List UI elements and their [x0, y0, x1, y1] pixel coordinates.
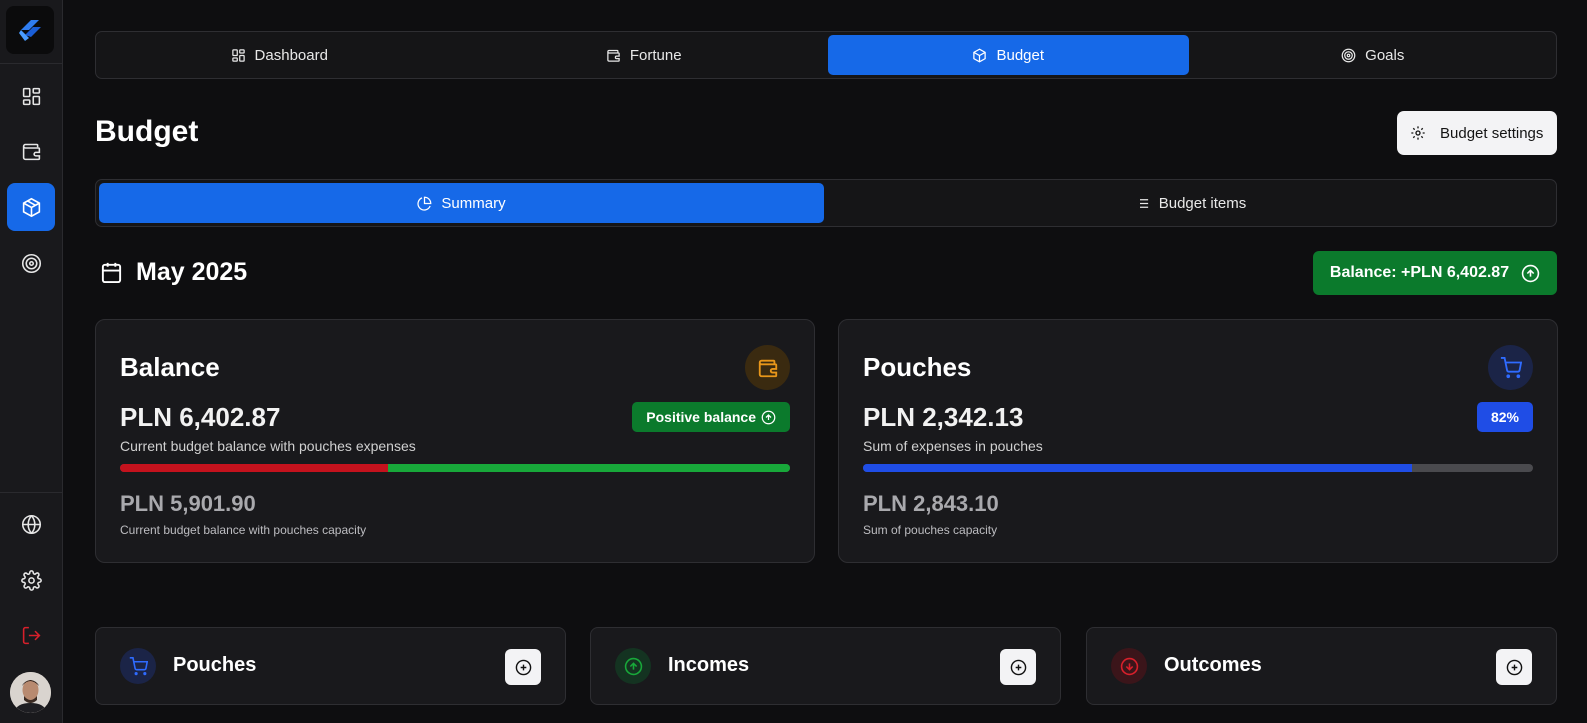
cart-icon: [129, 656, 148, 675]
badge-label: 82%: [1490, 409, 1519, 425]
section-icon: [120, 648, 156, 684]
globe-icon: [21, 514, 41, 534]
sidebar-item-language[interactable]: [7, 500, 55, 548]
cart-icon: [1500, 356, 1522, 378]
arrow-down-circle-icon: [1120, 657, 1138, 675]
tab-label: Budget items: [1158, 194, 1247, 212]
sidebar: [0, 0, 63, 723]
arrow-up-circle-icon: [624, 657, 642, 675]
box-icon: [22, 197, 40, 217]
section-icon: [615, 648, 651, 684]
balance-card: Balance PLN 6,402.87 Positive balance Cu…: [95, 319, 815, 563]
sidebar-item-budget[interactable]: [7, 183, 55, 231]
section-title: Outcomes: [1164, 654, 1262, 676]
tab-dashboard[interactable]: Dashboard: [99, 35, 460, 75]
tab-budget-items[interactable]: Budget items: [828, 183, 1553, 223]
sidebar-item-settings[interactable]: [7, 556, 55, 604]
wallet-icon: [22, 143, 40, 160]
section-incomes: Incomes: [590, 627, 1061, 705]
balance-progress-bar: [120, 464, 790, 472]
tab-label: Summary: [441, 194, 506, 212]
pouches-percent-badge: 82%: [1476, 402, 1533, 432]
section-title: Incomes: [668, 654, 750, 676]
avatar[interactable]: [10, 672, 51, 713]
gear-icon: [1411, 126, 1425, 140]
add-outcome-button[interactable]: [1496, 649, 1532, 685]
plus-circle-icon: [1010, 659, 1026, 675]
dashboard-icon: [231, 48, 245, 62]
bar-segment-red: [120, 464, 388, 472]
positive-balance-badge: Positive balance: [632, 402, 790, 432]
arrow-up-circle-icon: [1521, 264, 1540, 282]
user-photo-icon: [10, 672, 51, 713]
logout-icon: [22, 626, 40, 644]
pouches-capacity-description: Sum of pouches capacity: [863, 523, 998, 537]
app-root: Dashboard Fortune Budget Goals Budget Bu…: [0, 0, 1587, 723]
target-icon: [1341, 48, 1356, 62]
arrow-up-circle-icon: [761, 410, 776, 424]
tab-label: Goals: [1365, 46, 1405, 64]
page-title: Budget: [95, 115, 199, 148]
balance-card-icon: [745, 345, 790, 390]
period-label: May 2025: [136, 258, 248, 286]
list-icon: [1136, 198, 1148, 208]
target-icon: [21, 253, 41, 273]
budget-settings-button[interactable]: Budget settings: [1397, 111, 1557, 155]
dashboard-icon: [22, 87, 40, 105]
section-title: Pouches: [173, 654, 257, 676]
sidebar-item-fortune[interactable]: [7, 127, 55, 175]
calendar-icon: [101, 262, 122, 284]
balance-card-title: Balance: [120, 352, 220, 382]
pouches-card-title: Pouches: [863, 352, 972, 382]
app-logo[interactable]: [6, 6, 54, 54]
logo-icon: [19, 20, 41, 41]
box-icon: [973, 48, 987, 62]
plus-circle-icon: [1506, 659, 1522, 675]
balance-amount: PLN 6,402.87: [120, 402, 281, 432]
tab-label: Dashboard: [254, 46, 328, 64]
balance-capacity-amount: PLN 5,901.90: [120, 491, 256, 516]
period-selector[interactable]: May 2025: [100, 258, 247, 287]
top-navigation: Dashboard Fortune Budget Goals: [95, 31, 1557, 79]
pie-chart-icon: [417, 196, 432, 211]
tab-budget[interactable]: Budget: [828, 35, 1189, 75]
section-icon: [1111, 648, 1147, 684]
add-pouch-button[interactable]: [505, 649, 541, 685]
section-pouches: Pouches: [95, 627, 566, 705]
balance-summary-badge: Balance: +PLN 6,402.87: [1313, 251, 1557, 295]
budget-subnav: Summary Budget items: [95, 179, 1557, 227]
pouches-amount: PLN 2,342.13: [863, 402, 1024, 432]
tab-label: Fortune: [629, 46, 682, 64]
sidebar-divider: [0, 492, 63, 493]
tab-label: Budget: [996, 46, 1045, 64]
balance-capacity-description: Current budget balance with pouches capa…: [120, 523, 367, 537]
balance-description: Current budget balance with pouches expe…: [120, 438, 416, 454]
sidebar-item-goals[interactable]: [7, 239, 55, 287]
sidebar-item-logout[interactable]: [7, 611, 55, 659]
pouches-capacity-amount: PLN 2,843.10: [863, 491, 999, 516]
gear-icon: [20, 569, 42, 591]
budget-settings-label: Budget settings: [1440, 124, 1544, 142]
pouches-card-icon: [1488, 345, 1533, 390]
balance-summary-label: Balance: +PLN 6,402.87: [1329, 264, 1510, 281]
section-outcomes: Outcomes: [1086, 627, 1557, 705]
pouches-description: Sum of expenses in pouches: [863, 438, 1043, 454]
bar-segment-green: [388, 464, 790, 472]
tab-summary[interactable]: Summary: [99, 183, 824, 223]
tab-fortune[interactable]: Fortune: [464, 35, 825, 75]
wallet-icon: [758, 359, 777, 377]
pouches-card: Pouches PLN 2,342.13 82% Sum of expenses…: [838, 319, 1558, 563]
sidebar-item-dashboard[interactable]: [7, 72, 55, 120]
tab-goals[interactable]: Goals: [1193, 35, 1554, 75]
add-income-button[interactable]: [1000, 649, 1036, 685]
wallet-icon: [607, 49, 620, 62]
badge-label: Positive balance: [646, 409, 756, 425]
sidebar-divider: [0, 63, 63, 64]
pouches-progress-bar: [863, 464, 1533, 472]
bar-fill: [863, 464, 1413, 472]
plus-circle-icon: [515, 659, 531, 675]
